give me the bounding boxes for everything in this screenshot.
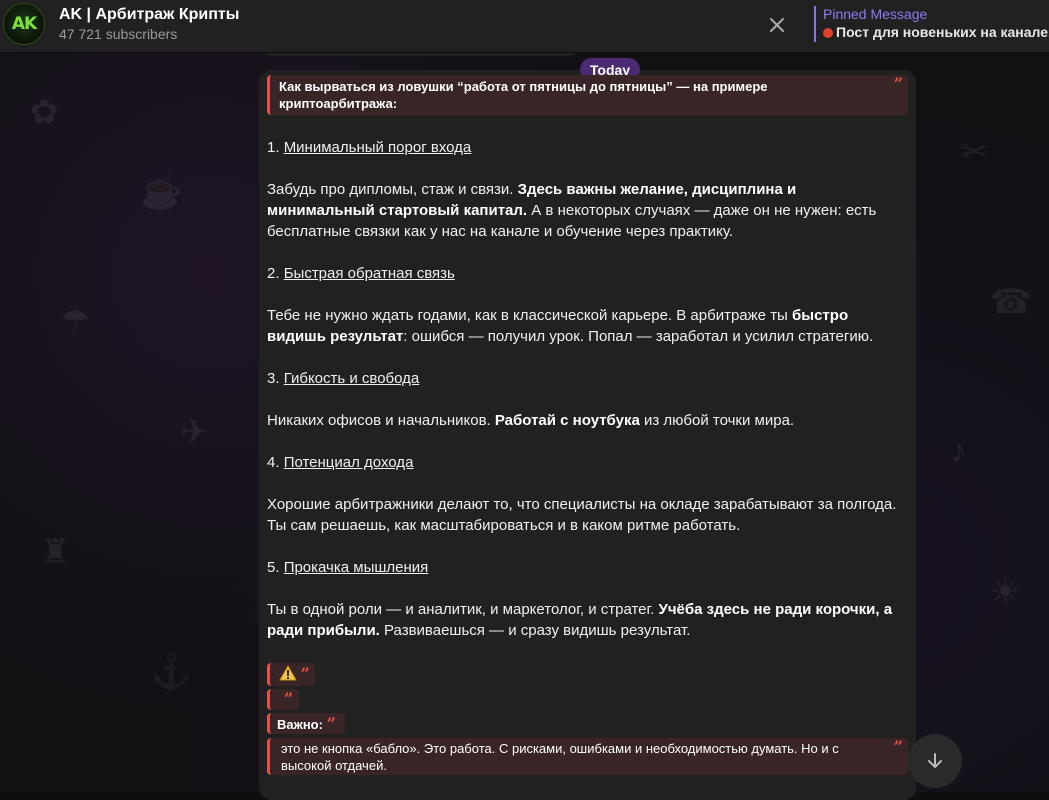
pinned-text: Пост для новеньких на канале. ... xyxy=(836,24,1049,40)
section-heading-3: 3. Гибкость и свобода xyxy=(267,368,907,389)
doodle-icon: ⚓ xyxy=(150,653,193,691)
body-text: Никаких офисов и начальников. xyxy=(267,412,495,429)
arrow-down-icon xyxy=(928,753,942,768)
doodle-icon: ☕ xyxy=(140,173,183,211)
top-quote-text: Как вырваться из ловушки “работа от пятн… xyxy=(279,79,768,111)
body-text: Развиваешься — и сразу видишь результат. xyxy=(379,622,691,639)
section-heading-2: 2. Быстрая обратная связь xyxy=(267,263,907,284)
section-body-1: Забудь про дипломы, стаж и связи. Здесь … xyxy=(267,179,907,242)
doodle-icon: ♪ xyxy=(950,432,967,470)
pinned-message-bar[interactable]: Pinned Message Пост для новеньких на кан… xyxy=(814,6,1049,42)
doodle-icon: ✂ xyxy=(960,133,989,171)
doodle-icon: ☂ xyxy=(60,303,91,341)
body-text: Тебе не нужно ждать годами, как в класси… xyxy=(267,307,793,324)
empty-blockquote: ” xyxy=(267,689,299,710)
important-blockquote: Важно: ” xyxy=(267,713,345,734)
doodle-icon: ♜ xyxy=(40,533,71,571)
section-body-2: Тебе не нужно ждать годами, как в класси… xyxy=(267,305,907,347)
close-button[interactable] xyxy=(764,12,790,38)
section-number: 4. xyxy=(267,454,280,471)
quote-icon: ” xyxy=(326,714,336,733)
bottom-blockquote: это не кнопка «бабло». Это работа. С рис… xyxy=(267,738,908,775)
important-label: Важно: xyxy=(277,717,323,732)
scroll-down-button[interactable] xyxy=(908,734,962,788)
section-number: 3. xyxy=(267,370,280,387)
section-heading-1: 1. Минимальный порог входа xyxy=(267,137,907,158)
section-body-3: Никаких офисов и начальников. Работай с … xyxy=(267,410,907,431)
body-text: Ты в одной роли — и аналитик, и маркетол… xyxy=(267,601,659,618)
body-text: : ошибся — получил урок. Попал — заработ… xyxy=(403,328,874,345)
doodle-icon: ✈ xyxy=(180,413,209,451)
quote-icon: ” xyxy=(893,737,903,756)
doodle-icon: ☎ xyxy=(990,283,1033,321)
channel-avatar[interactable]: AK xyxy=(3,3,45,45)
body-text: Хорошие арбитражники делают то, что спец… xyxy=(267,496,897,534)
section-heading-4: 4. Потенциал дохода xyxy=(267,452,907,473)
section-number: 2. xyxy=(267,265,280,282)
section-heading-text: Минимальный порог входа xyxy=(283,139,472,156)
pin-dot-icon xyxy=(823,28,833,38)
section-heading-text: Быстрая обратная связь xyxy=(283,265,455,282)
doodle-icon: ✿ xyxy=(30,93,59,131)
section-number: 1. xyxy=(267,139,280,156)
pinned-text-row: Пост для новеньких на канале. ... xyxy=(823,24,1049,40)
channel-title[interactable]: AK | Арбитраж Крипты xyxy=(59,6,239,24)
subscriber-count: 47 721 subscribers xyxy=(59,26,178,42)
section-heading-text: Потенциал дохода xyxy=(283,454,414,471)
doodle-icon: ☀ xyxy=(990,573,1021,611)
quote-icon: ” xyxy=(893,74,903,93)
section-heading-5: 5. Прокачка мышления xyxy=(267,557,907,578)
close-icon xyxy=(770,18,784,32)
pinned-label: Pinned Message xyxy=(823,6,928,22)
section-number: 5. xyxy=(267,559,280,576)
warning-blockquote: ” xyxy=(267,663,315,686)
section-heading-text: Прокачка мышления xyxy=(283,559,429,576)
quote-icon: ” xyxy=(300,664,310,683)
body-bold-text: Работай с ноутбука xyxy=(494,412,640,429)
quote-icon: ” xyxy=(284,689,294,708)
section-body-5: Ты в одной роли — и аналитик, и маркетол… xyxy=(267,599,907,641)
bottom-quote-text: это не кнопка «бабло». Это работа. С рис… xyxy=(281,741,839,773)
section-heading-text: Гибкость и свобода xyxy=(283,370,420,387)
section-body-4: Хорошие арбитражники делают то, что спец… xyxy=(267,494,907,536)
top-blockquote: Как вырваться из ловушки “работа от пятн… xyxy=(267,75,908,115)
chat-header: AK AK | Арбитраж Крипты 47 721 subscribe… xyxy=(0,0,1049,53)
body-text: Забудь про дипломы, стаж и связи. xyxy=(267,181,518,198)
warning-icon xyxy=(279,665,297,681)
body-text: из любой точки мира. xyxy=(639,412,795,429)
